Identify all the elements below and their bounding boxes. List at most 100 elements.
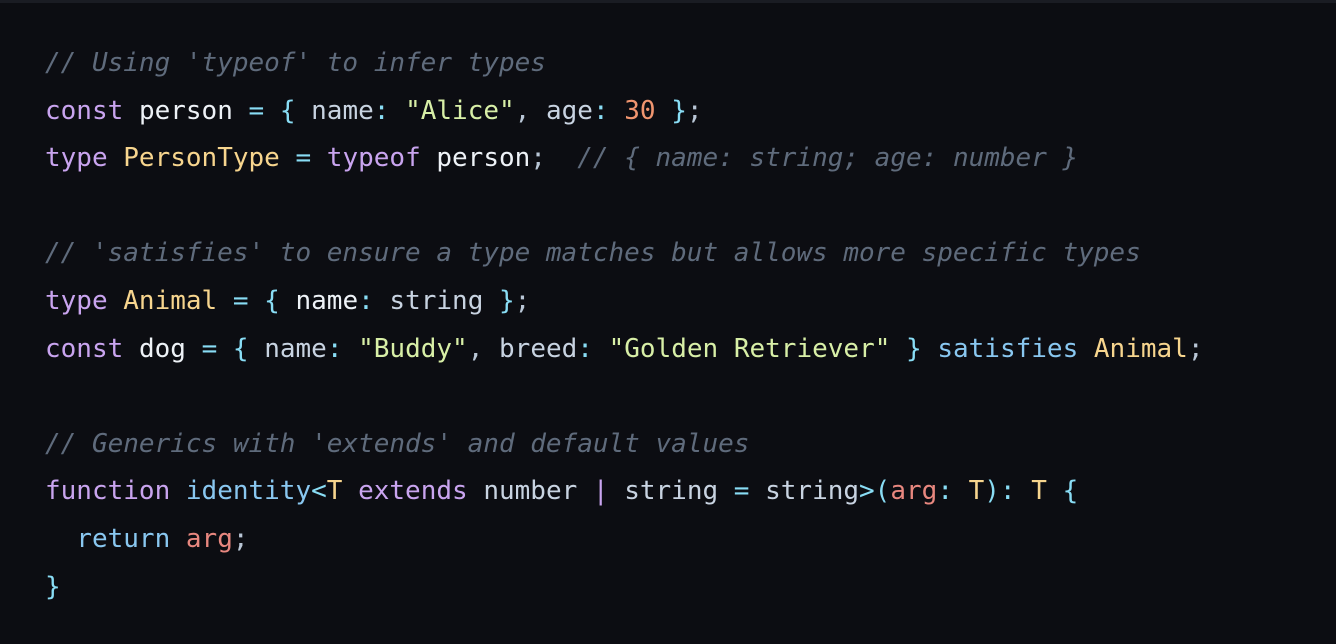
code-punctuation: ; <box>514 285 531 316</box>
code-string: "Golden Retriever" <box>608 333 891 364</box>
code-line: function identity<T extends number | str… <box>45 468 1203 516</box>
top-border <box>0 0 1336 3</box>
code-line: // Using 'typeof' to infer types <box>45 40 1203 88</box>
code-line: // Generics with 'extends' and default v… <box>45 421 1203 469</box>
code-function: return <box>76 523 171 554</box>
code-keyword: const <box>45 95 124 126</box>
code-line: type Animal = { name: string }; <box>45 278 1203 326</box>
code-operator: } <box>45 571 61 602</box>
code-punctuation: ; <box>530 143 546 174</box>
code-identifier: person <box>138 95 233 126</box>
code-line: type PersonType = typeof person; // { na… <box>45 135 1203 183</box>
code-operator: : <box>326 333 343 364</box>
code-type-name: Animal <box>1093 333 1188 364</box>
code-operator: ): <box>984 476 1016 507</box>
code-parameter: arg <box>890 476 938 507</box>
code-keyword: function <box>45 476 171 507</box>
code-line: } <box>45 564 1203 612</box>
code-line: const dog = { name: "Buddy", breed: "Gol… <box>45 326 1203 374</box>
code-property: string <box>389 285 484 316</box>
code-property: string <box>765 476 860 507</box>
code-operator: } <box>906 333 922 364</box>
code-number: 30 <box>624 95 656 126</box>
code-function: satisfies <box>937 333 1079 364</box>
code-operator: : <box>937 476 953 507</box>
code-string: "Buddy" <box>358 333 468 364</box>
code-punctuation: ; <box>1187 333 1204 364</box>
code-operator: >( <box>859 476 891 507</box>
code-punctuation: ; <box>686 95 703 126</box>
code-operator: : <box>373 95 390 126</box>
code-operator: : <box>592 95 609 126</box>
code-snippet-panel: // Using 'typeof' to infer types const pe… <box>0 0 1336 644</box>
code-property: string <box>624 476 719 507</box>
code-comment: // { name: string; age: number } <box>577 143 1079 174</box>
code-property: age <box>545 95 593 126</box>
code-parameter: arg <box>185 523 233 554</box>
code-operator: = <box>733 476 750 507</box>
code-keyword: type <box>45 143 108 174</box>
code-operator: } <box>499 285 515 316</box>
code-comment: // 'satisfies' to ensure a type matches … <box>45 238 1141 269</box>
code-identifier: name <box>295 285 359 316</box>
code-block: // Using 'typeof' to infer types const pe… <box>45 40 1203 611</box>
code-property: breed <box>499 333 578 364</box>
code-identifier: person <box>436 143 531 174</box>
code-keyword: type <box>45 285 108 316</box>
code-comment: // Using 'typeof' to infer types <box>45 48 546 78</box>
code-type-name: T <box>326 476 343 507</box>
code-line: const person = { name: "Alice", age: 30 … <box>45 88 1203 136</box>
code-operator: { <box>264 285 280 316</box>
code-type-name: PersonType <box>123 143 280 174</box>
code-operator: < <box>311 476 327 507</box>
code-operator: = <box>248 95 265 126</box>
code-punctuation: , <box>514 95 531 126</box>
code-operator: } <box>671 95 687 126</box>
code-operator: : <box>577 333 593 364</box>
code-operator: = <box>232 285 249 316</box>
code-operator: { <box>232 333 249 364</box>
code-property: name <box>264 333 327 364</box>
code-punctuation: , <box>467 333 484 364</box>
code-type-name: T <box>968 476 985 507</box>
code-operator: : <box>358 285 374 316</box>
code-type-name: T <box>1031 476 1047 507</box>
code-function: identity <box>185 476 312 507</box>
code-operator: = <box>201 333 218 364</box>
code-string: "Alice" <box>405 95 515 126</box>
code-operator: { <box>279 95 296 126</box>
code-keyword: typeof <box>326 143 421 174</box>
